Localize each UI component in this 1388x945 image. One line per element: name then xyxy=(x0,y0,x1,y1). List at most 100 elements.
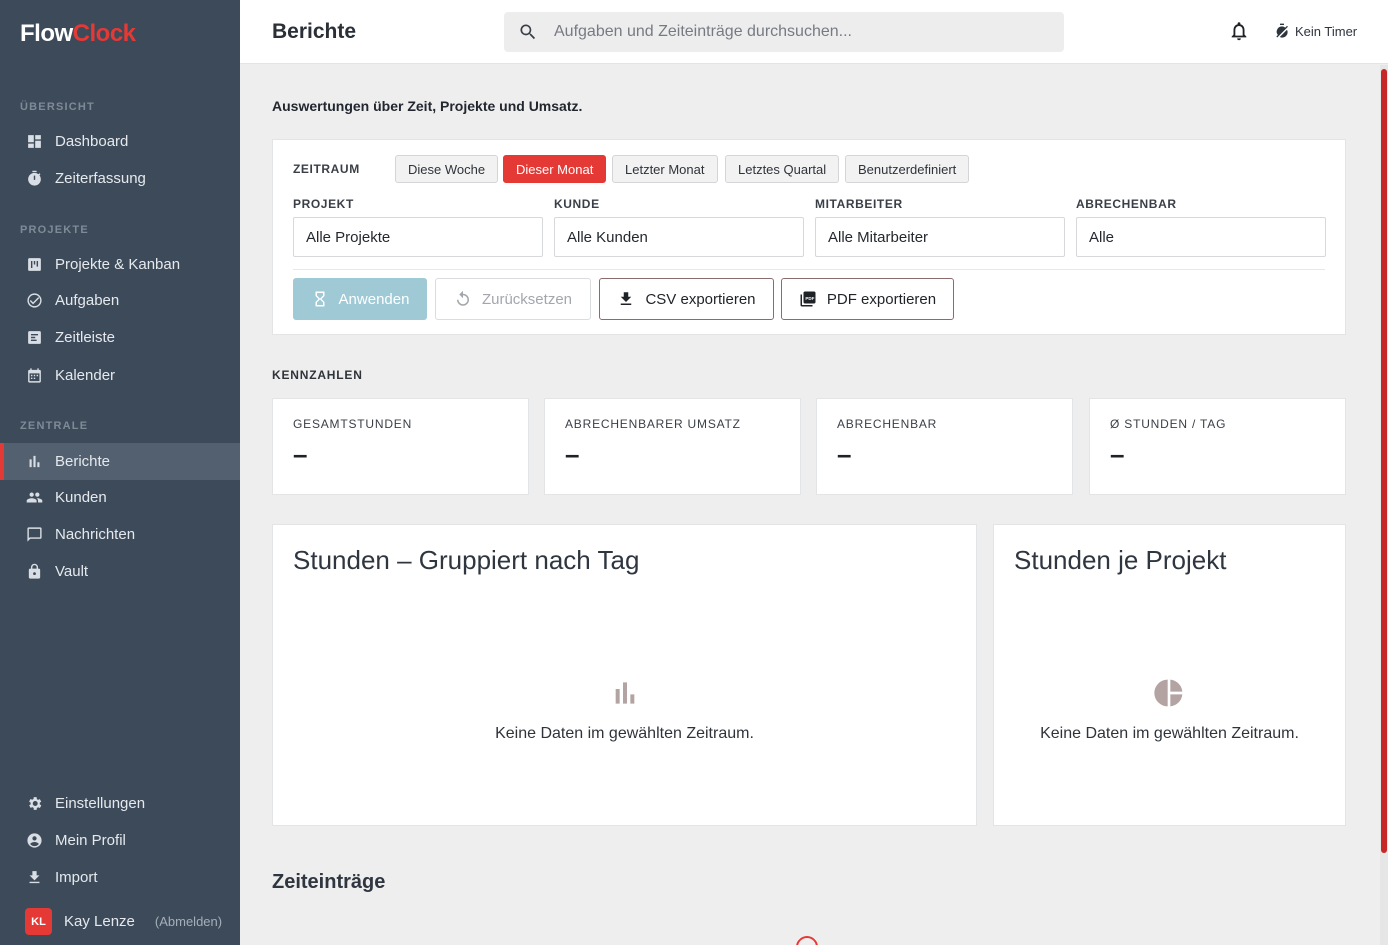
sidebar-item-label: Zeiterfassung xyxy=(55,170,146,187)
sidebar-item-label: Einstellungen xyxy=(55,795,146,812)
gear-icon xyxy=(25,795,43,813)
apply-button[interactable]: Anwenden xyxy=(293,278,427,320)
kpi-label: ABRECHENBAR xyxy=(837,417,938,431)
chart-hours-by-day: Stunden – Gruppiert nach Tag Keine Daten… xyxy=(272,524,977,826)
period-label: ZEITRAUM xyxy=(293,162,360,176)
period-chip-last-quarter[interactable]: Letztes Quartal xyxy=(725,155,840,183)
people-icon xyxy=(25,489,43,507)
sidebar-item-timeline[interactable]: Zeitleiste xyxy=(0,319,240,356)
sidebar-item-label: Berichte xyxy=(55,453,111,470)
sidebar-item-label: Nachrichten xyxy=(55,526,136,543)
sidebar-item-projects[interactable]: Projekte & Kanban xyxy=(0,246,240,283)
message-icon xyxy=(25,526,43,544)
app-logo[interactable]: FlowClock xyxy=(20,20,136,48)
sidebar-item-profile[interactable]: Mein Profil xyxy=(0,822,240,859)
kpi-label: ABRECHENBARER UMSATZ xyxy=(565,417,741,431)
kpi-card-billable-revenue: ABRECHENBARER UMSATZ – xyxy=(544,398,801,495)
svg-text:PDF: PDF xyxy=(805,296,814,301)
search-input[interactable] xyxy=(554,23,1034,41)
employee-select[interactable]: Alle Mitarbeiter xyxy=(815,217,1065,257)
page-subtitle: Auswertungen über Zeit, Projekte und Ums… xyxy=(272,98,583,114)
reset-icon xyxy=(456,290,469,306)
timer-label: Kein Timer xyxy=(1295,23,1358,39)
sidebar: FlowClock ÜBERSICHT Dashboard Zeiterfass… xyxy=(0,0,240,945)
stopwatch-icon xyxy=(25,170,43,188)
client-filter-label: KUNDE xyxy=(554,197,600,211)
chart-hours-by-project: Stunden je Projekt Keine Daten im gewähl… xyxy=(993,524,1346,826)
sidebar-item-label: Mein Profil xyxy=(55,832,126,849)
sidebar-item-vault[interactable]: Vault xyxy=(0,553,240,590)
period-chip-this-week[interactable]: Diese Woche xyxy=(395,155,499,183)
scrollbar-thumb[interactable] xyxy=(1381,69,1387,853)
loading-spinner xyxy=(791,931,823,945)
pdf-icon: PDF xyxy=(800,291,816,307)
sidebar-item-label: Aufgaben xyxy=(55,292,120,309)
bar-chart-icon xyxy=(25,453,43,471)
filter-panel: ZEITRAUM Diese Woche Dieser Monat Letzte… xyxy=(272,139,1346,335)
sidebar-item-messages[interactable]: Nachrichten xyxy=(0,516,240,553)
kpi-section-title: KENNZAHLEN xyxy=(272,368,363,382)
topbar: Berichte Kein Timer xyxy=(240,0,1388,64)
sidebar-item-settings[interactable]: Einstellungen xyxy=(0,785,240,822)
kanban-icon xyxy=(25,256,43,274)
chart-title: Stunden – Gruppiert nach Tag xyxy=(293,545,640,575)
sidebar-item-dashboard[interactable]: Dashboard xyxy=(0,123,240,160)
bell-icon xyxy=(1231,22,1247,41)
sidebar-item-label: Kalender xyxy=(55,367,116,384)
logout-link[interactable]: (Abmelden) xyxy=(155,914,222,929)
user-row: KL Kay Lenze (Abmelden) xyxy=(25,908,222,935)
sidebar-item-label: Projekte & Kanban xyxy=(55,256,181,273)
sidebar-item-import[interactable]: Import xyxy=(0,859,240,896)
timer-status[interactable]: Kein Timer xyxy=(1274,23,1357,39)
sidebar-item-tasks[interactable]: Aufgaben xyxy=(0,282,240,319)
section-title-overview: ÜBERSICHT xyxy=(20,101,95,113)
project-select[interactable]: Alle Projekte xyxy=(293,217,543,257)
sidebar-item-label: Zeitleiste xyxy=(55,329,116,346)
sidebar-item-clients[interactable]: Kunden xyxy=(0,479,240,516)
kpi-card-billable: ABRECHENBAR – xyxy=(816,398,1073,495)
sidebar-item-label: Dashboard xyxy=(55,133,129,150)
kpi-card-total-hours: GESAMTSTUNDEN – xyxy=(272,398,529,495)
time-entries-title: Zeiteinträge xyxy=(272,871,386,893)
bar-chart-icon xyxy=(609,677,641,709)
empty-state-text: Keine Daten im gewählten Zeitraum. xyxy=(495,725,754,742)
search-icon xyxy=(520,24,536,40)
download-icon xyxy=(25,869,43,887)
pie-chart-icon xyxy=(1153,677,1185,709)
sidebar-item-label: Kunden xyxy=(55,489,107,506)
avatar: KL xyxy=(25,908,52,935)
period-chip-this-month[interactable]: Dieser Monat xyxy=(503,155,607,183)
check-circle-icon xyxy=(25,292,43,310)
employee-filter-label: MITARBEITER xyxy=(815,197,903,211)
sidebar-item-label: Import xyxy=(55,869,98,886)
dashboard-icon xyxy=(25,133,43,151)
client-select[interactable]: Alle Kunden xyxy=(554,217,804,257)
notifications-button[interactable] xyxy=(1228,20,1250,42)
kpi-value: – xyxy=(1110,439,1125,469)
billable-filter-label: ABRECHENBAR xyxy=(1076,197,1177,211)
empty-state-text: Keine Daten im gewählten Zeitraum. xyxy=(1040,725,1299,742)
scrollbar[interactable] xyxy=(1380,65,1388,945)
pdf-export-button[interactable]: PDF PDF exportieren xyxy=(781,278,954,320)
sidebar-item-reports[interactable]: Berichte xyxy=(0,443,240,480)
kpi-value: – xyxy=(565,439,580,469)
timer-off-icon xyxy=(1276,23,1288,38)
lock-icon xyxy=(25,563,43,581)
sidebar-item-label: Vault xyxy=(55,563,89,580)
account-icon xyxy=(25,832,43,850)
csv-export-button[interactable]: CSV exportieren xyxy=(599,278,774,320)
period-chip-custom[interactable]: Benutzerdefiniert xyxy=(845,155,970,183)
project-filter-label: PROJEKT xyxy=(293,197,354,211)
hourglass-icon xyxy=(315,291,325,307)
reset-button[interactable]: Zurücksetzen xyxy=(435,278,591,320)
sidebar-item-zeiterfassung[interactable]: Zeiterfassung xyxy=(0,160,240,197)
billable-select[interactable]: Alle xyxy=(1076,217,1326,257)
calendar-icon xyxy=(25,367,43,385)
kpi-label: GESAMTSTUNDEN xyxy=(293,417,413,431)
page-title: Berichte xyxy=(272,20,357,43)
section-title-projects: PROJEKTE xyxy=(20,224,89,236)
search-bar[interactable] xyxy=(504,12,1064,52)
download-icon xyxy=(621,292,632,305)
period-chip-last-month[interactable]: Letzter Monat xyxy=(612,155,718,183)
sidebar-item-calendar[interactable]: Kalender xyxy=(0,357,240,394)
